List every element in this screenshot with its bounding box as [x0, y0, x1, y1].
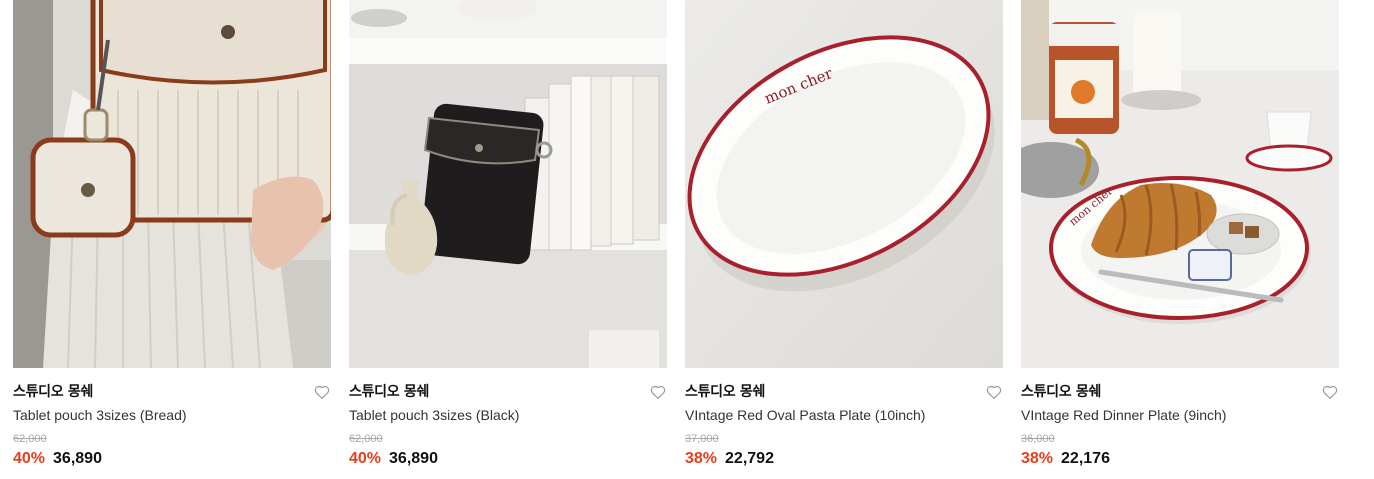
original-price: 62,000: [13, 433, 47, 445]
product-card[interactable]: 스튜디오 몽쉐 Tablet pouch 3sizes (Bread) 62,0…: [13, 0, 331, 479]
product-image[interactable]: mon cher: [685, 0, 1003, 368]
brand-name[interactable]: 스튜디오 몽쉐: [349, 384, 429, 400]
product-name[interactable]: VIntage Red Dinner Plate (9inch): [1021, 406, 1321, 424]
brand-row: 스튜디오 몽쉐: [1021, 382, 1339, 402]
sale-price: 22,792: [725, 450, 774, 467]
oval-plate-photo: mon cher: [685, 0, 1003, 368]
product-name[interactable]: Tablet pouch 3sizes (Black): [349, 406, 649, 424]
price-row: 40% 36,890: [13, 449, 102, 469]
discount-rate: 38%: [1021, 450, 1054, 467]
sale-price: 36,890: [389, 450, 438, 467]
brand-name[interactable]: 스튜디오 몽쉐: [13, 384, 93, 400]
product-image[interactable]: [349, 0, 667, 368]
brand-row: 스튜디오 몽쉐: [13, 382, 331, 402]
brand-row: 스튜디오 몽쉐: [685, 382, 1003, 402]
original-price: 36,000: [1021, 433, 1055, 445]
tablet-pouch-black-photo: [349, 0, 667, 368]
price-row: 38% 22,176: [1021, 449, 1110, 469]
original-price: 62,000: [349, 433, 383, 445]
product-card[interactable]: mon cher 스튜디오 몽쉐 VIntage Red Dinner Plat…: [1021, 0, 1339, 479]
sale-price: 22,176: [1061, 450, 1110, 467]
tablet-pouch-bread-photo: [13, 0, 331, 368]
wishlist-heart-icon[interactable]: [985, 383, 1003, 401]
product-card[interactable]: mon cher 스튜디오 몽쉐 VIntage Red Oval Pasta …: [685, 0, 1003, 479]
wishlist-heart-icon[interactable]: [313, 383, 331, 401]
discount-rate: 38%: [685, 450, 718, 467]
product-name[interactable]: Tablet pouch 3sizes (Bread): [13, 406, 313, 424]
wishlist-heart-icon[interactable]: [1321, 383, 1339, 401]
product-grid: 스튜디오 몽쉐 Tablet pouch 3sizes (Bread) 62,0…: [13, 0, 1339, 479]
discount-rate: 40%: [349, 450, 382, 467]
brand-row: 스튜디오 몽쉐: [349, 382, 667, 402]
brand-name[interactable]: 스튜디오 몽쉐: [1021, 384, 1101, 400]
product-name[interactable]: VIntage Red Oval Pasta Plate (10inch): [685, 406, 985, 424]
product-image[interactable]: mon cher: [1021, 0, 1339, 368]
brand-name[interactable]: 스튜디오 몽쉐: [685, 384, 765, 400]
price-row: 40% 36,890: [349, 449, 438, 469]
product-card[interactable]: 스튜디오 몽쉐 Tablet pouch 3sizes (Black) 62,0…: [349, 0, 667, 479]
price-row: 38% 22,792: [685, 449, 774, 469]
original-price: 37,000: [685, 433, 719, 445]
product-image[interactable]: [13, 0, 331, 368]
dinner-plate-photo: mon cher: [1021, 0, 1339, 368]
wishlist-heart-icon[interactable]: [649, 383, 667, 401]
sale-price: 36,890: [53, 450, 102, 467]
discount-rate: 40%: [13, 450, 46, 467]
